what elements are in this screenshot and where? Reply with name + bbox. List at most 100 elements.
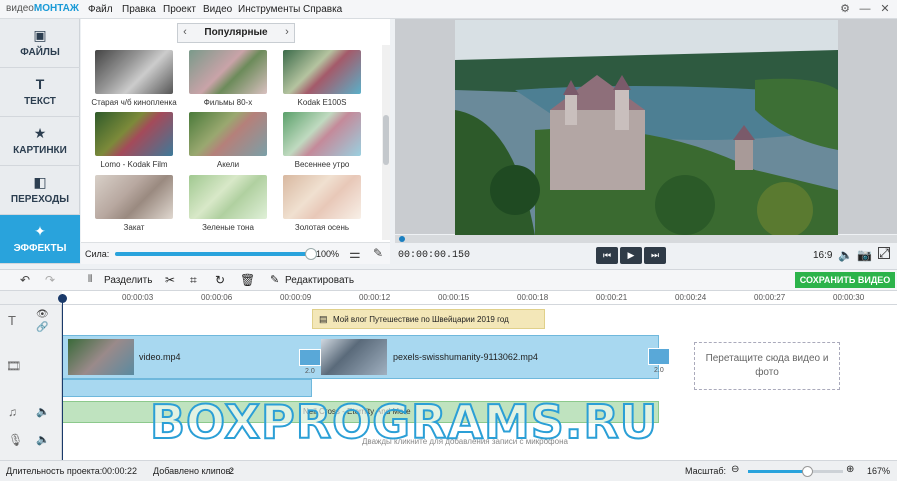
title-clip[interactable]: ▤ Мой влог Путешествие по Швейцарии 2019…: [312, 309, 545, 329]
menu-tools[interactable]: Инструменты: [238, 4, 300, 15]
title-clip-icon: ▤: [319, 314, 328, 324]
watermark: BOXPROGRAMS.RU: [149, 394, 659, 450]
gallery-scrollbar[interactable]: [382, 45, 390, 240]
video-clip-1[interactable]: video.mp4 2.0 pexels-swisshumanity-91130…: [62, 335, 659, 379]
menu-project[interactable]: Проект: [163, 4, 196, 15]
link-icon[interactable]: 🔗: [36, 322, 48, 333]
brush-icon[interactable]: ✎: [373, 246, 383, 260]
status-bar: Длительность проекта: 00:00:22 Добавлено…: [0, 460, 897, 481]
playhead-handle[interactable]: [399, 236, 405, 242]
prev-frame-button[interactable]: ⏮: [596, 247, 618, 264]
text-track-icon: T: [8, 313, 16, 328]
play-button[interactable]: ▶: [620, 247, 642, 264]
zoom-in-icon[interactable]: ⊕: [846, 464, 854, 475]
clip-name: pexels-swisshumanity-9113062.mp4: [393, 352, 538, 362]
menu-help[interactable]: Справка: [303, 4, 342, 15]
minimize-icon[interactable]: —: [858, 2, 872, 16]
ruler-tick: 00:00:30: [833, 293, 865, 302]
effect-thumb-old-film[interactable]: [95, 50, 173, 94]
ruler-corner: [0, 291, 62, 305]
strength-slider[interactable]: [115, 248, 317, 260]
delete-icon[interactable]: 🗑: [240, 273, 255, 287]
effect-label: Kodak E100S: [297, 98, 347, 107]
sidebar-item-text[interactable]: T ТЕКСТ: [0, 68, 80, 117]
redo-icon[interactable]: ↷: [45, 273, 55, 287]
voice-volume-icon[interactable]: 🔈: [36, 433, 50, 446]
menu-file[interactable]: Файл: [88, 4, 113, 15]
clip-name: video.mp4: [139, 352, 181, 362]
zoom-value: 167%: [867, 466, 891, 476]
effect-thumb-80s[interactable]: [189, 50, 267, 94]
crop-icon[interactable]: ⌗: [190, 273, 197, 288]
sidebar-item-images[interactable]: ★ КАРТИНКИ: [0, 117, 80, 166]
edit-button[interactable]: Редактировать: [285, 275, 354, 286]
close-icon[interactable]: ✕: [878, 2, 892, 16]
transition-block[interactable]: [299, 349, 321, 366]
strength-value: 100%: [316, 249, 340, 259]
scrollbar-thumb[interactable]: [383, 115, 389, 165]
effect-thumb-autumn[interactable]: [283, 175, 361, 219]
effect-thumb-kodak[interactable]: [283, 50, 361, 94]
transition-duration: 2.0: [654, 367, 664, 374]
category-selector: ‹ Популярные ›: [177, 23, 295, 43]
drop-zone[interactable]: Перетащите сюда видео и фото: [694, 342, 840, 390]
sidebar-item-transitions[interactable]: ◧ ПЕРЕХОДЫ: [0, 166, 80, 215]
effect-label: Закат: [123, 223, 145, 232]
effect-thumb-lomo[interactable]: [95, 112, 173, 156]
sidebar: ▣ ФАЙЛЫ T ТЕКСТ ★ КАРТИНКИ ◧ ПЕРЕХОДЫ ✦ ЭФФЕК…: [0, 19, 80, 264]
timeline-playhead-handle[interactable]: [58, 294, 67, 303]
sidebar-item-effects[interactable]: ✦ ЭФФЕКТЫ: [0, 215, 80, 264]
aspect-ratio[interactable]: 16:9: [813, 250, 832, 261]
category-next-icon[interactable]: ›: [280, 26, 294, 38]
menu-edit[interactable]: Правка: [122, 4, 156, 15]
cut-icon[interactable]: ✂: [165, 273, 175, 287]
player-controls: 00:00:00.150 ⏮ ▶ ⏭ 16:9 🔈 📷 ⤢: [395, 243, 897, 269]
ruler-tick: 00:00:15: [438, 293, 470, 302]
current-time: 00:00:00.150: [398, 250, 471, 261]
timeline-playhead[interactable]: [62, 294, 63, 460]
split-button[interactable]: Разделить: [104, 275, 152, 286]
effect-label: Акели: [216, 160, 240, 169]
camera-icon[interactable]: 📷: [857, 248, 872, 262]
edit-pencil-icon: ✎: [270, 274, 280, 286]
effect-thumb-akeli[interactable]: [189, 112, 267, 156]
volume-icon[interactable]: 🔈: [838, 248, 853, 262]
zoom-label: Масштаб:: [685, 466, 727, 476]
zoom-slider-handle[interactable]: [801, 466, 813, 477]
undo-icon[interactable]: ↶: [20, 273, 30, 287]
track-headers: T 👁 🔗 🎞 ♫ 🔈 🎙 🔈: [0, 305, 62, 460]
transitions-icon: ◧: [33, 174, 47, 190]
ruler-tick: 00:00:09: [280, 293, 312, 302]
music-track-icon: ♫: [8, 405, 17, 419]
ruler-tick: 00:00:18: [517, 293, 549, 302]
fullscreen-icon[interactable]: ⤢: [878, 247, 890, 259]
clips-label: Добавлено клипов:: [153, 466, 233, 476]
effect-thumb-spring[interactable]: [283, 112, 361, 156]
effect-thumb-green[interactable]: [189, 175, 267, 219]
split-icon: ⫴: [88, 274, 93, 285]
effect-label: Золотая осень: [294, 223, 350, 232]
category-prev-icon[interactable]: ‹: [178, 26, 192, 38]
effect-label: Lomo - Kodak Film: [100, 160, 168, 169]
transition-block[interactable]: [648, 348, 670, 365]
next-frame-button[interactable]: ⏭: [644, 247, 666, 264]
effect-label: Зеленые тона: [202, 223, 254, 232]
sidebar-item-files[interactable]: ▣ ФАЙЛЫ: [0, 19, 80, 68]
ruler-tick: 00:00:21: [596, 293, 628, 302]
effect-thumb-sunset[interactable]: [95, 175, 173, 219]
zoom-slider[interactable]: [748, 466, 843, 477]
save-video-button[interactable]: СОХРАНИТЬ ВИДЕО: [795, 272, 895, 288]
music-volume-icon[interactable]: 🔈: [36, 405, 50, 418]
sliders-settings-icon[interactable]: ⚌: [349, 246, 361, 262]
settings-gear-icon[interactable]: ⚙: [838, 2, 852, 16]
rotate-icon[interactable]: ↻: [215, 273, 225, 287]
zoom-out-icon[interactable]: ⊖: [731, 464, 739, 475]
strength-slider-fill: [115, 252, 311, 256]
transition-duration: 2.0: [305, 368, 315, 375]
timeline-ruler[interactable]: 00:00:03 00:00:06 00:00:09 00:00:12 00:0…: [62, 291, 897, 305]
duration-value: 00:00:22: [102, 466, 138, 476]
menu-video[interactable]: Видео: [203, 4, 232, 15]
effect-label: Весеннее утро: [294, 160, 350, 169]
eye-icon[interactable]: 👁: [36, 309, 49, 320]
playback-progress[interactable]: [395, 235, 897, 243]
